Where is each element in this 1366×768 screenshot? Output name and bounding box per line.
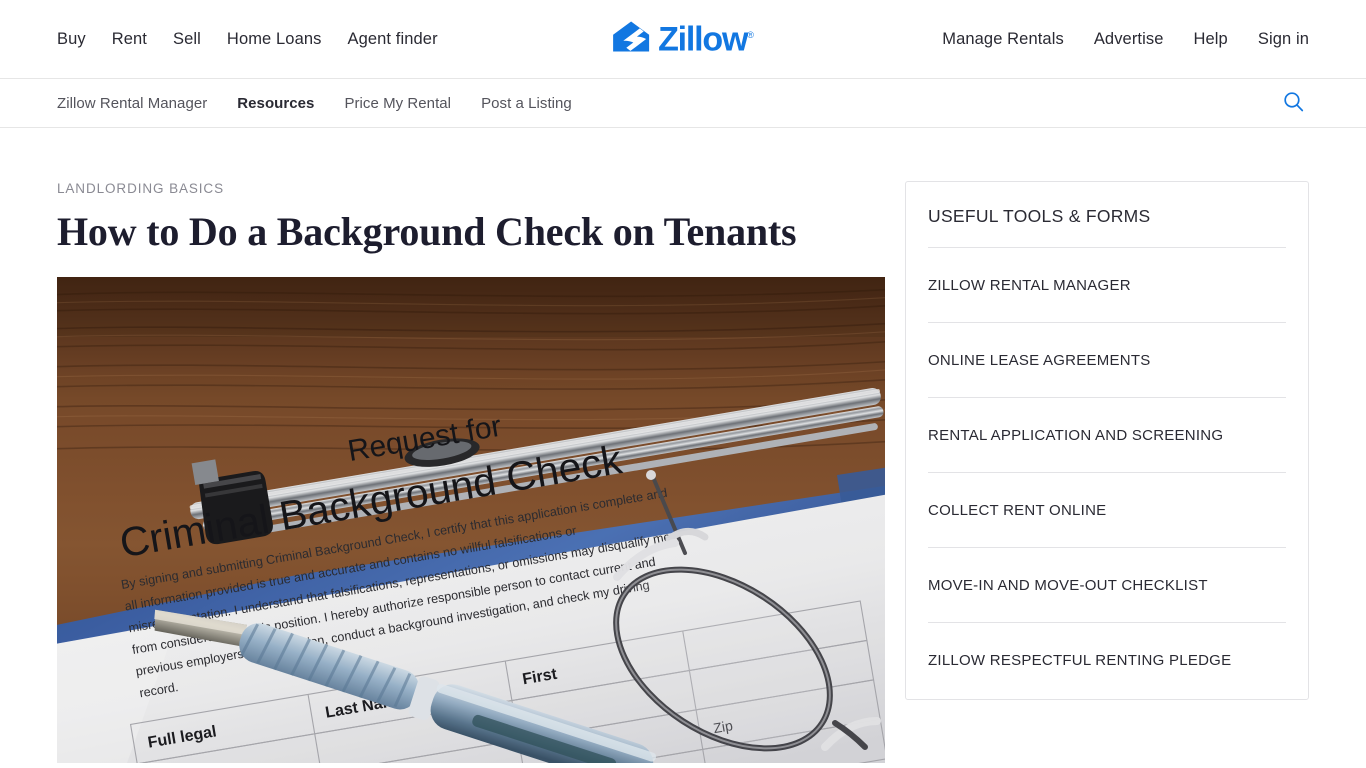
nav-agent-finder[interactable]: Agent finder: [347, 30, 437, 49]
subnav-price-my-rental[interactable]: Price My Rental: [344, 95, 451, 112]
nav-sell[interactable]: Sell: [173, 30, 201, 49]
sidebar-item-move-in-and-move-out-checklist[interactable]: MOVE-IN AND MOVE-OUT CHECKLIST: [928, 548, 1286, 623]
article-hero-image: Request for Criminal Background Check By…: [57, 276, 885, 763]
nav-manage-rentals[interactable]: Manage Rentals: [942, 30, 1064, 49]
registered-trademark-icon: ®: [747, 29, 754, 40]
sidebar-item-online-lease-agreements[interactable]: ONLINE LEASE AGREEMENTS: [928, 323, 1286, 398]
zillow-house-icon: [612, 21, 650, 58]
primary-nav-left: Buy Rent Sell Home Loans Agent finder: [57, 30, 438, 49]
subnav-resources[interactable]: Resources: [237, 95, 314, 112]
useful-tools-sidebar: USEFUL TOOLS & FORMS ZILLOW RENTAL MANAG…: [905, 181, 1309, 700]
zillow-wordmark: Zillow®: [658, 20, 754, 58]
page-title: How to Do a Background Check on Tenants: [57, 209, 797, 254]
nav-advertise[interactable]: Advertise: [1094, 30, 1164, 49]
global-header: Buy Rent Sell Home Loans Agent finder Zi…: [0, 0, 1366, 79]
sidebar-item-zillow-respectful-renting-pledge[interactable]: ZILLOW RESPECTFUL RENTING PLEDGE: [928, 623, 1286, 699]
nav-buy[interactable]: Buy: [57, 30, 86, 49]
page-body: LANDLORDING BASICS How to Do a Backgroun…: [0, 128, 1366, 763]
primary-nav-right: Manage Rentals Advertise Help Sign in: [942, 30, 1309, 49]
search-icon: [1283, 91, 1304, 115]
article-category-label: LANDLORDING BASICS: [57, 181, 224, 196]
subnav-zillow-rental-manager[interactable]: Zillow Rental Manager: [57, 95, 207, 112]
nav-help[interactable]: Help: [1194, 30, 1228, 49]
sidebar-heading: USEFUL TOOLS & FORMS: [928, 182, 1286, 248]
search-button[interactable]: [1279, 87, 1308, 119]
secondary-nav: Zillow Rental Manager Resources Price My…: [0, 79, 1366, 128]
secondary-nav-items: Zillow Rental Manager Resources Price My…: [57, 95, 572, 112]
subnav-post-a-listing[interactable]: Post a Listing: [481, 95, 572, 112]
sidebar-item-zillow-rental-manager[interactable]: ZILLOW RENTAL MANAGER: [928, 248, 1286, 323]
nav-home-loans[interactable]: Home Loans: [227, 30, 322, 49]
sidebar-item-collect-rent-online[interactable]: COLLECT RENT ONLINE: [928, 473, 1286, 548]
article-column: LANDLORDING BASICS How to Do a Backgroun…: [57, 181, 886, 763]
sidebar-item-rental-application-and-screening[interactable]: RENTAL APPLICATION AND SCREENING: [928, 398, 1286, 473]
zillow-logo[interactable]: Zillow®: [612, 21, 754, 58]
nav-rent[interactable]: Rent: [112, 30, 147, 49]
nav-sign-in[interactable]: Sign in: [1258, 30, 1309, 49]
